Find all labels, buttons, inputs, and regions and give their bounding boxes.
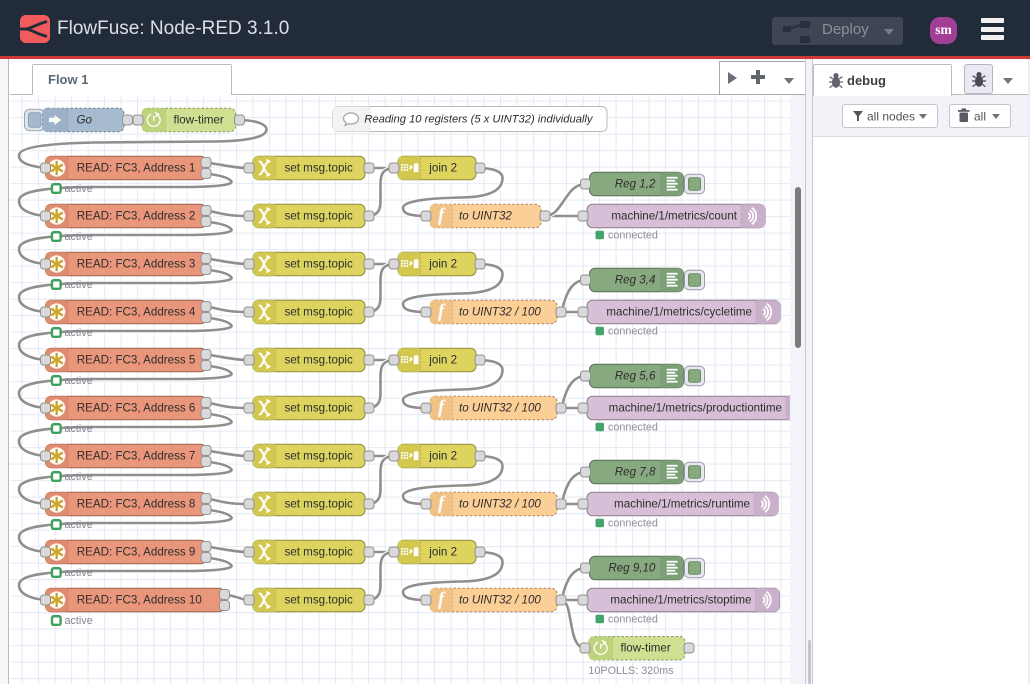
svg-text:READ: FC3, Address 2: READ: FC3, Address 2 [77, 210, 196, 223]
svg-text:join 2: join 2 [428, 258, 457, 271]
svg-text:flow-timer: flow-timer [174, 114, 224, 127]
svg-text:to UINT32 / 100: to UINT32 / 100 [459, 306, 541, 319]
svg-text:set msg.topic: set msg.topic [285, 210, 354, 223]
svg-text:set msg.topic: set msg.topic [285, 594, 354, 607]
svg-text:set msg.topic: set msg.topic [285, 306, 354, 319]
svg-text:READ: FC3, Address 10: READ: FC3, Address 10 [77, 594, 202, 607]
svg-text:machine/1/metrics/stoptime: machine/1/metrics/stoptime [610, 594, 751, 607]
svg-text:to UINT32 / 100: to UINT32 / 100 [459, 402, 541, 415]
svg-text:machine/1/metrics/count: machine/1/metrics/count [611, 210, 737, 223]
svg-text:set msg.topic: set msg.topic [285, 402, 354, 415]
svg-text:machine/1/metrics/cycletime: machine/1/metrics/cycletime [606, 306, 752, 319]
svg-text:READ: FC3, Address 7: READ: FC3, Address 7 [77, 450, 196, 463]
svg-text:all nodes: all nodes [867, 110, 915, 124]
svg-text:READ: FC3, Address 5: READ: FC3, Address 5 [77, 354, 196, 367]
svg-text:flow-timer: flow-timer [621, 642, 671, 655]
svg-text:to UINT32 / 100: to UINT32 / 100 [459, 498, 541, 511]
svg-text:connected: connected [608, 230, 658, 242]
svg-text:READ: FC3, Address 8: READ: FC3, Address 8 [77, 498, 196, 511]
svg-text:active: active [65, 519, 93, 531]
svg-text:READ: FC3, Address 3: READ: FC3, Address 3 [77, 258, 196, 271]
svg-text:set msg.topic: set msg.topic [285, 354, 354, 367]
svg-text:to UINT32 / 100: to UINT32 / 100 [459, 594, 541, 607]
svg-text:active: active [65, 375, 93, 387]
svg-text:Reg 9,10: Reg 9,10 [608, 562, 656, 575]
svg-text:active: active [65, 231, 93, 243]
svg-text:set msg.topic: set msg.topic [285, 498, 354, 511]
svg-text:READ: FC3, Address 4: READ: FC3, Address 4 [77, 306, 196, 319]
svg-text:set msg.topic: set msg.topic [285, 546, 354, 559]
svg-text:join 2: join 2 [428, 162, 457, 175]
svg-text:Reg 3,4: Reg 3,4 [615, 274, 656, 287]
svg-text:machine/1/metrics/runtime: machine/1/metrics/runtime [614, 498, 750, 511]
svg-text:Reading 10 registers (5 x UINT: Reading 10 registers (5 x UINT32) indivi… [364, 113, 594, 125]
svg-text:set msg.topic: set msg.topic [285, 162, 354, 175]
svg-text:active: active [65, 567, 93, 579]
svg-text:Go: Go [77, 114, 93, 127]
svg-text:active: active [65, 183, 93, 195]
svg-text:READ: FC3, Address 9: READ: FC3, Address 9 [77, 546, 196, 559]
svg-text:active: active [65, 423, 93, 435]
svg-text:to UINT32: to UINT32 [459, 210, 512, 223]
svg-text:connected: connected [608, 326, 658, 338]
svg-text:Reg 5,6: Reg 5,6 [615, 370, 656, 383]
svg-text:machine/1/metrics/productionti: machine/1/metrics/productiontime [609, 402, 782, 415]
svg-text:active: active [65, 279, 93, 291]
svg-text:join 2: join 2 [428, 546, 457, 559]
svg-text:Reg 7,8: Reg 7,8 [615, 466, 656, 479]
svg-text:connected: connected [608, 518, 658, 530]
svg-text:10POLLS: 320ms: 10POLLS: 320ms [588, 665, 674, 677]
svg-text:set msg.topic: set msg.topic [285, 258, 354, 271]
svg-text:READ: FC3, Address 1: READ: FC3, Address 1 [77, 162, 196, 175]
svg-text:connected: connected [608, 422, 658, 434]
svg-text:set msg.topic: set msg.topic [285, 450, 354, 463]
svg-text:all: all [974, 110, 986, 124]
svg-text:active: active [65, 471, 93, 483]
svg-text:active: active [65, 615, 93, 627]
svg-text:join 2: join 2 [428, 450, 457, 463]
svg-text:READ: FC3, Address 6: READ: FC3, Address 6 [77, 402, 196, 415]
svg-text:join 2: join 2 [428, 354, 457, 367]
svg-text:connected: connected [608, 614, 658, 626]
svg-text:Reg 1,2: Reg 1,2 [615, 178, 656, 191]
svg-text:active: active [65, 327, 93, 339]
